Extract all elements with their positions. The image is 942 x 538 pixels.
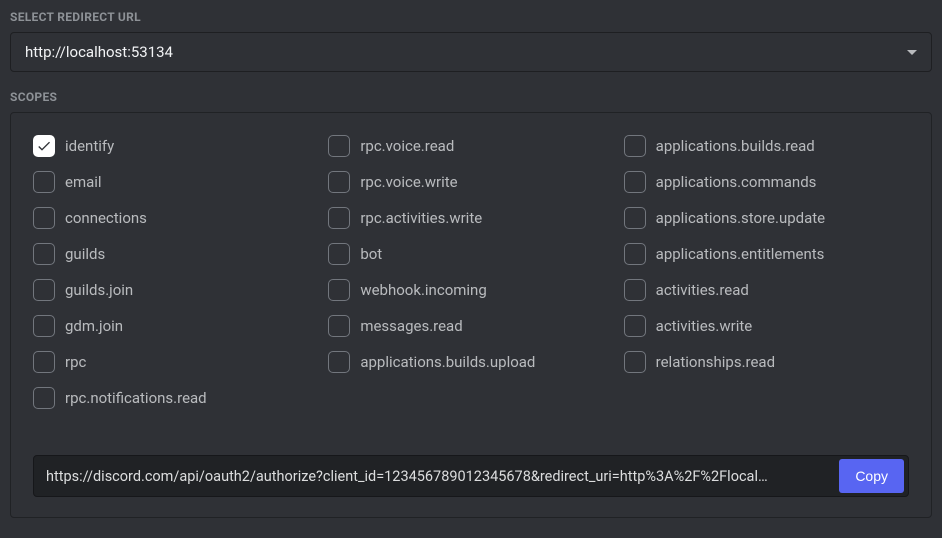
scopes-panel: identify email connections guilds guilds.joi… bbox=[10, 112, 932, 518]
scopes-grid: identify email connections guilds guilds.joi… bbox=[33, 135, 909, 409]
scope-label: applications.store.update bbox=[656, 209, 825, 227]
checkbox-icon[interactable] bbox=[33, 279, 55, 301]
scope-label: relationships.read bbox=[656, 353, 775, 371]
scope-item-applications-entitlements[interactable]: applications.entitlements bbox=[624, 243, 909, 265]
scope-item-bot[interactable]: bot bbox=[328, 243, 613, 265]
chevron-down-icon bbox=[907, 50, 917, 55]
scope-label: activities.read bbox=[656, 281, 749, 299]
scope-item-rpc[interactable]: rpc bbox=[33, 351, 318, 373]
scope-item-applications-store-update[interactable]: applications.store.update bbox=[624, 207, 909, 229]
scope-label: applications.commands bbox=[656, 173, 817, 191]
scope-item-guilds-join[interactable]: guilds.join bbox=[33, 279, 318, 301]
checkbox-icon[interactable] bbox=[624, 315, 646, 337]
copy-button[interactable]: Copy bbox=[839, 459, 904, 493]
scope-item-rpc-activities-write[interactable]: rpc.activities.write bbox=[328, 207, 613, 229]
checkbox-icon[interactable] bbox=[33, 243, 55, 265]
scope-item-rpc-notifications-read[interactable]: rpc.notifications.read bbox=[33, 387, 318, 409]
checkbox-icon[interactable] bbox=[624, 207, 646, 229]
scope-item-connections[interactable]: connections bbox=[33, 207, 318, 229]
scope-label: email bbox=[65, 173, 102, 191]
checkbox-icon[interactable] bbox=[624, 279, 646, 301]
scope-item-applications-builds-read[interactable]: applications.builds.read bbox=[624, 135, 909, 157]
scope-item-identify[interactable]: identify bbox=[33, 135, 318, 157]
scope-label: rpc.activities.write bbox=[360, 209, 482, 227]
scope-label: guilds.join bbox=[65, 281, 133, 299]
checkbox-icon[interactable] bbox=[328, 207, 350, 229]
scope-label: rpc.voice.write bbox=[360, 173, 457, 191]
checkbox-icon[interactable] bbox=[328, 279, 350, 301]
scopes-column: identify email connections guilds guilds.joi… bbox=[33, 135, 318, 409]
scope-item-activities-write[interactable]: activities.write bbox=[624, 315, 909, 337]
checkbox-icon[interactable] bbox=[624, 135, 646, 157]
scope-item-rpc-voice-write[interactable]: rpc.voice.write bbox=[328, 171, 613, 193]
checkbox-icon[interactable] bbox=[624, 351, 646, 373]
scope-label: identify bbox=[65, 137, 114, 155]
scope-item-applications-commands[interactable]: applications.commands bbox=[624, 171, 909, 193]
scope-label: applications.builds.read bbox=[656, 137, 815, 155]
redirect-url-value: http://localhost:53134 bbox=[25, 43, 907, 61]
scope-label: guilds bbox=[65, 245, 105, 263]
scope-item-gdm-join[interactable]: gdm.join bbox=[33, 315, 318, 337]
redirect-url-label: SELECT REDIRECT URL bbox=[10, 10, 932, 24]
checkbox-icon[interactable] bbox=[328, 171, 350, 193]
generated-url-text[interactable]: https://discord.com/api/oauth2/authorize… bbox=[46, 468, 829, 485]
scope-item-rpc-voice-read[interactable]: rpc.voice.read bbox=[328, 135, 613, 157]
checkbox-icon[interactable] bbox=[33, 207, 55, 229]
scopes-column: applications.builds.read applications.com… bbox=[624, 135, 909, 409]
scope-item-messages-read[interactable]: messages.read bbox=[328, 315, 613, 337]
scope-item-activities-read[interactable]: activities.read bbox=[624, 279, 909, 301]
checkbox-icon[interactable] bbox=[33, 387, 55, 409]
scope-label: rpc bbox=[65, 353, 86, 371]
checkbox-icon[interactable] bbox=[328, 135, 350, 157]
scope-label: rpc.voice.read bbox=[360, 137, 454, 155]
scope-label: messages.read bbox=[360, 317, 462, 335]
checkbox-icon[interactable] bbox=[33, 351, 55, 373]
scope-item-relationships-read[interactable]: relationships.read bbox=[624, 351, 909, 373]
checkbox-icon[interactable] bbox=[328, 243, 350, 265]
scope-label: webhook.incoming bbox=[360, 281, 486, 299]
checkbox-icon[interactable] bbox=[624, 243, 646, 265]
scope-label: applications.entitlements bbox=[656, 245, 825, 263]
scope-label: bot bbox=[360, 245, 382, 263]
redirect-url-select[interactable]: http://localhost:53134 bbox=[10, 32, 932, 72]
scopes-column: rpc.voice.read rpc.voice.write rpc.activit… bbox=[328, 135, 613, 409]
scope-item-webhook-incoming[interactable]: webhook.incoming bbox=[328, 279, 613, 301]
checkbox-icon[interactable] bbox=[328, 351, 350, 373]
scope-item-email[interactable]: email bbox=[33, 171, 318, 193]
scope-item-guilds[interactable]: guilds bbox=[33, 243, 318, 265]
scope-label: connections bbox=[65, 209, 147, 227]
generated-url-row: https://discord.com/api/oauth2/authorize… bbox=[33, 455, 909, 497]
checkbox-icon[interactable] bbox=[33, 135, 55, 157]
scope-label: applications.builds.upload bbox=[360, 353, 535, 371]
scopes-label: SCOPES bbox=[10, 90, 932, 104]
scope-label: rpc.notifications.read bbox=[65, 389, 207, 407]
scope-label: activities.write bbox=[656, 317, 753, 335]
checkbox-icon[interactable] bbox=[624, 171, 646, 193]
scope-label: gdm.join bbox=[65, 317, 123, 335]
scope-item-applications-builds-upload[interactable]: applications.builds.upload bbox=[328, 351, 613, 373]
checkbox-icon[interactable] bbox=[33, 315, 55, 337]
checkbox-icon[interactable] bbox=[33, 171, 55, 193]
checkbox-icon[interactable] bbox=[328, 315, 350, 337]
